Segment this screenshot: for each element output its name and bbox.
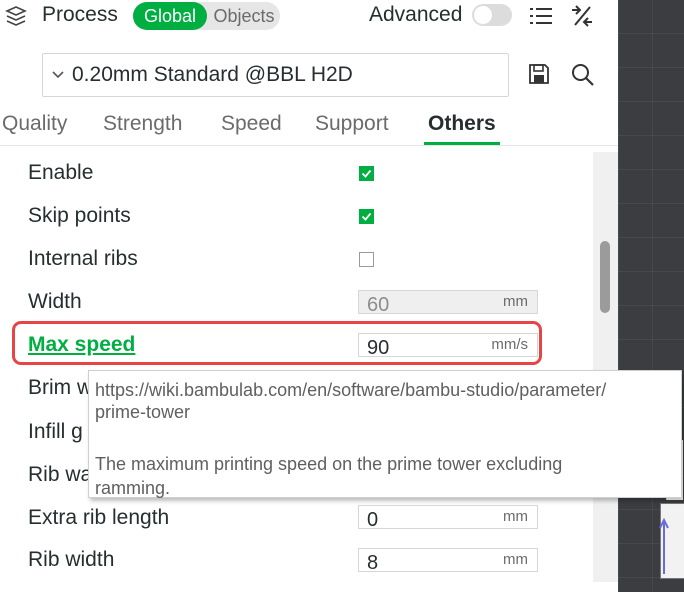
tooltip-desc-line-2: ramming. <box>95 478 171 498</box>
enable-checkbox[interactable] <box>359 166 374 181</box>
tab-strength[interactable]: Strength <box>103 112 182 136</box>
process-panel: Process Global Objects Advanced 0.20mm S… <box>0 0 618 592</box>
scrollbar-thumb[interactable] <box>600 241 610 313</box>
extra-rib-length-value: 0 <box>367 509 379 531</box>
skip-points-label: Skip points <box>28 204 131 227</box>
axis-arrow-icon <box>659 517 669 574</box>
chevron-down-icon <box>52 71 64 79</box>
global-toggle[interactable]: Global <box>133 2 207 30</box>
compare-icon[interactable] <box>569 4 595 28</box>
process-layers-icon <box>5 6 27 26</box>
tab-speed[interactable]: Speed <box>221 112 282 136</box>
tab-support[interactable]: Support <box>315 112 389 136</box>
preset-name: 0.20mm Standard @BBL H2D <box>72 63 353 86</box>
global-objects-switch[interactable]: Global Objects <box>133 2 280 30</box>
width-value: 60 <box>367 294 390 316</box>
parameter-tooltip: https://wiki.bambulab.com/en/software/ba… <box>88 370 682 498</box>
extra-rib-length-label: Extra rib length <box>28 506 170 529</box>
tooltip-url-line-1: https://wiki.bambulab.com/en/software/ba… <box>95 380 607 400</box>
extra-rib-length-unit: mm <box>503 508 528 525</box>
extra-rib-length-field[interactable]: 0 mm <box>358 505 538 531</box>
enable-label: Enable <box>28 161 94 184</box>
tabs-divider <box>0 145 618 146</box>
width-label: Width <box>28 290 82 313</box>
scrollbar-track[interactable] <box>593 152 618 582</box>
infill-gap-label: Infill g <box>28 420 83 443</box>
process-title: Process <box>42 3 118 26</box>
rib-width-field[interactable]: 8 mm <box>358 548 538 574</box>
tab-quality[interactable]: Quality <box>2 112 67 136</box>
tooltip-url: https://wiki.bambulab.com/en/software/ba… <box>95 379 675 423</box>
tooltip-url-line-2: prime-tower <box>95 402 191 422</box>
preset-dropdown[interactable]: 0.20mm Standard @BBL H2D <box>42 53 509 97</box>
rib-width-value: 8 <box>367 552 379 574</box>
tooltip-description: The maximum printing speed on the prime … <box>95 452 675 500</box>
process-header: Process Global Objects Advanced <box>0 0 618 36</box>
save-icon[interactable] <box>528 63 550 85</box>
advanced-label: Advanced <box>369 3 463 26</box>
rib-width-label: Rib width <box>28 548 115 571</box>
check-icon <box>361 169 372 178</box>
rib-wall-label: Rib wa <box>28 463 93 486</box>
internal-ribs-label: Internal ribs <box>28 247 138 270</box>
max-speed-highlight <box>12 321 542 365</box>
settings-tabs: Quality Strength Speed Support Others <box>0 112 618 146</box>
toggle-knob <box>474 6 492 24</box>
tooltip-desc-line-1: The maximum printing speed on the prime … <box>95 454 563 474</box>
width-unit: mm <box>503 293 528 310</box>
tab-others[interactable]: Others <box>428 112 496 136</box>
width-field: 60 mm <box>358 290 538 316</box>
check-icon <box>361 212 372 221</box>
internal-ribs-checkbox[interactable] <box>359 252 374 267</box>
rib-width-unit: mm <box>503 551 528 568</box>
brim-width-label: Brim w <box>28 376 93 399</box>
skip-points-checkbox[interactable] <box>359 209 374 224</box>
list-view-icon[interactable] <box>528 4 554 28</box>
advanced-toggle[interactable] <box>472 4 512 26</box>
3d-viewport[interactable] <box>618 0 684 592</box>
search-icon[interactable] <box>570 62 596 88</box>
objects-toggle[interactable]: Objects <box>209 2 279 30</box>
